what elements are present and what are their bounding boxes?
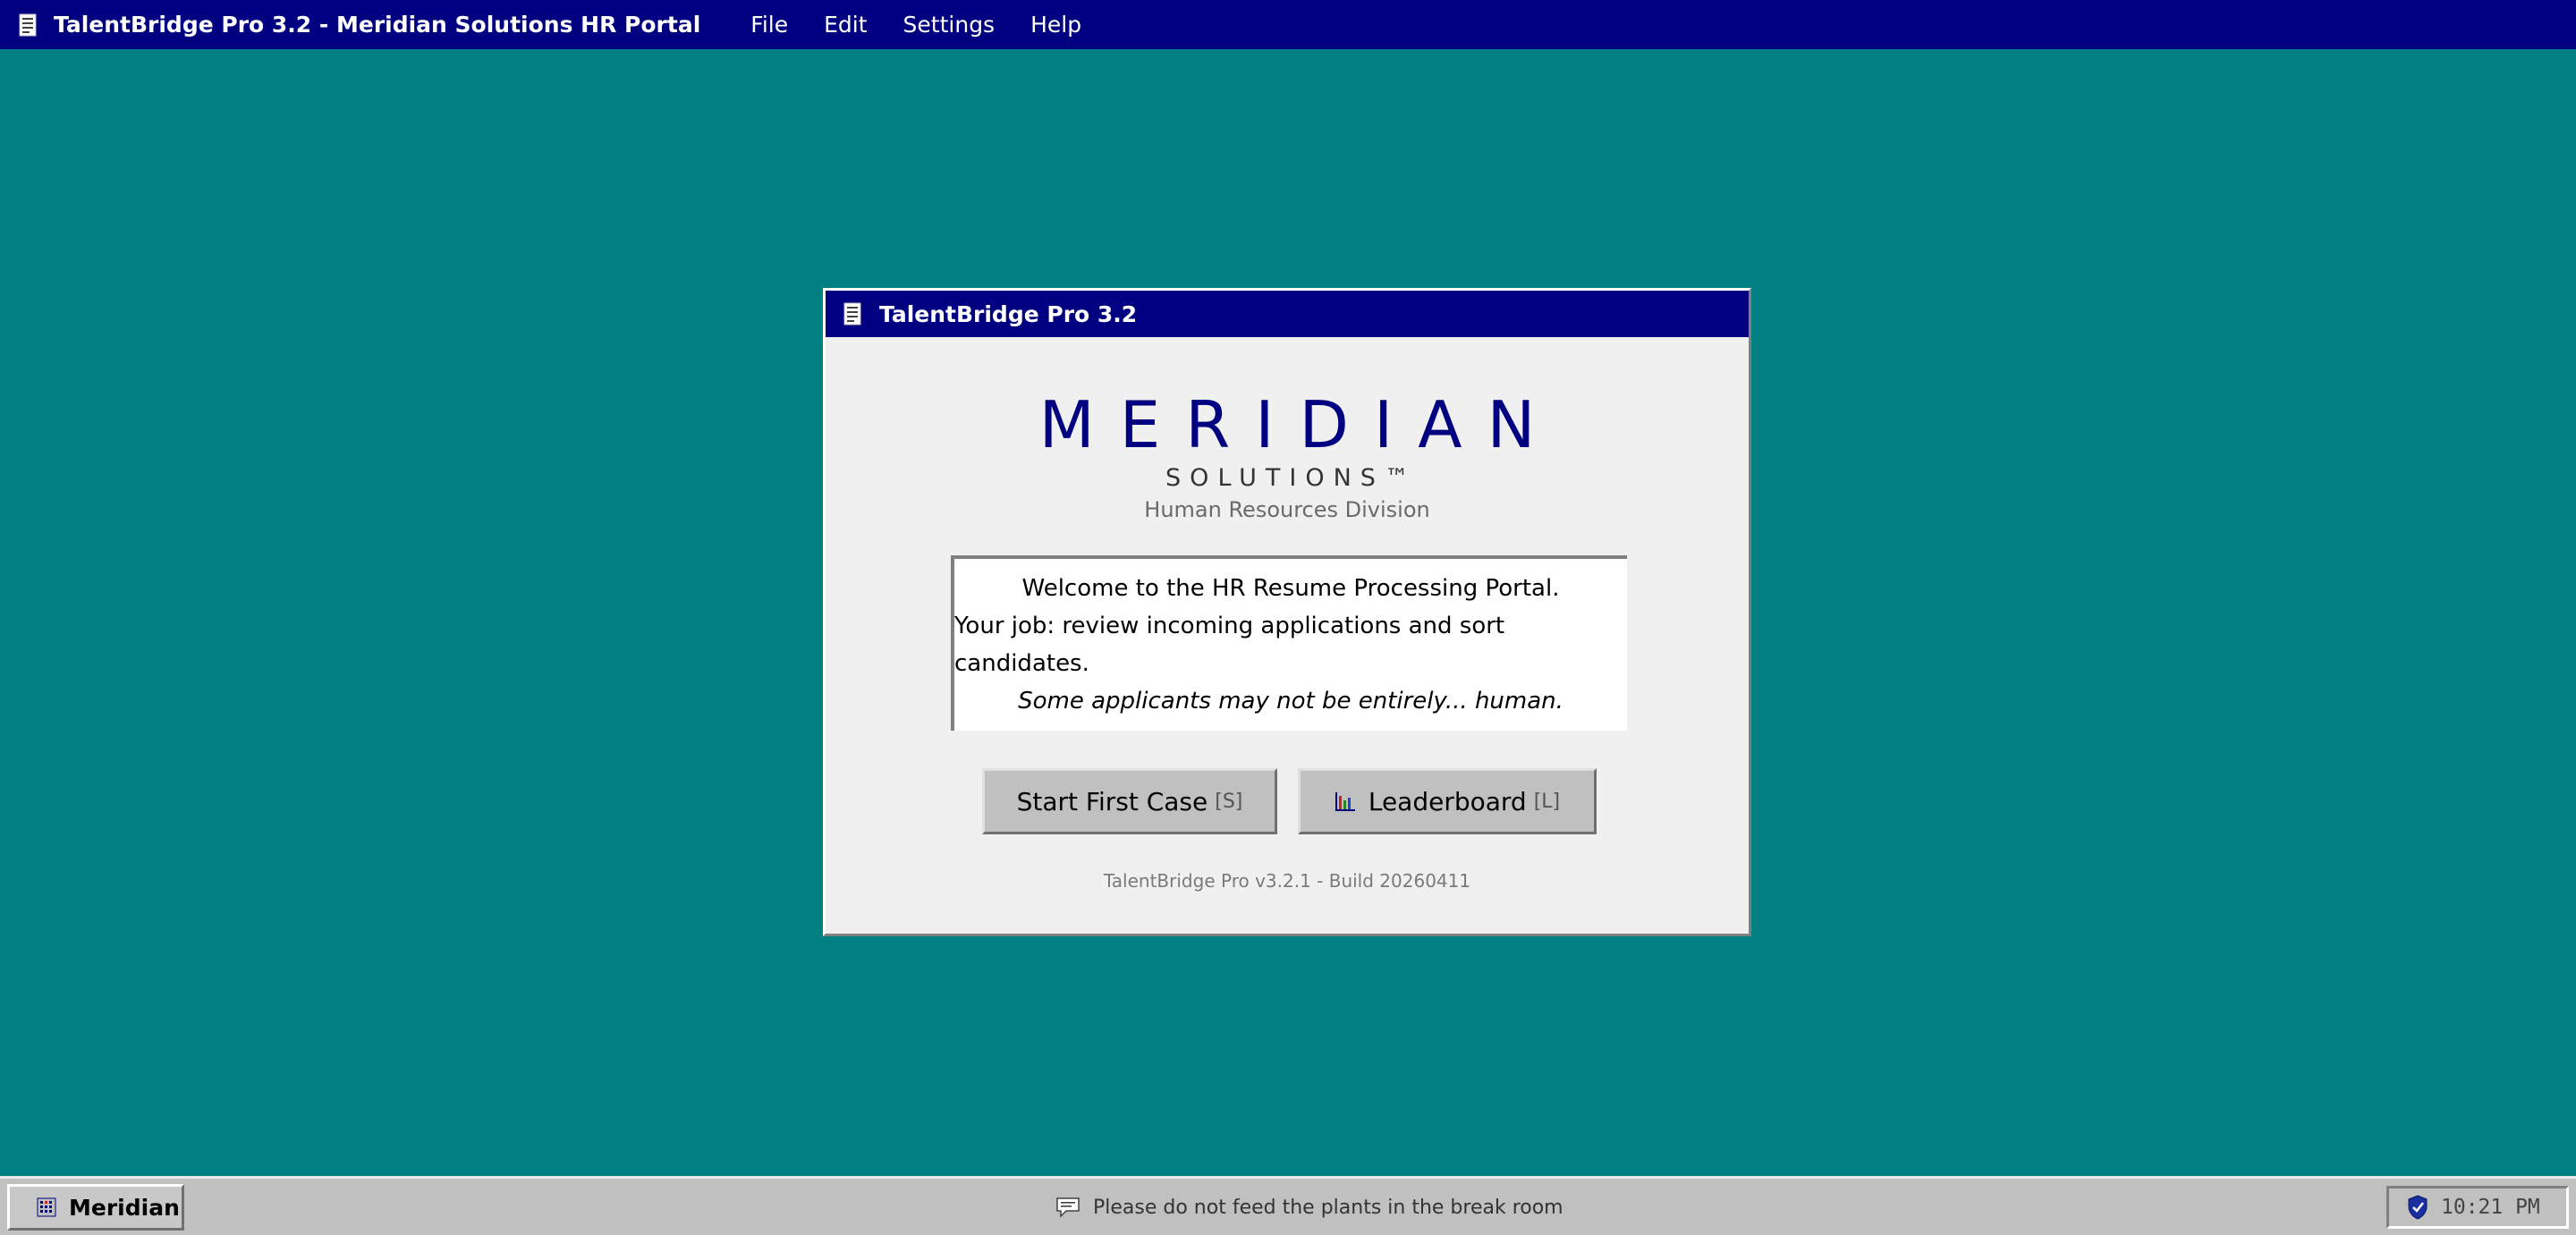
welcome-dialog: TalentBridge Pro 3.2 MERIDIAN SOLUTIONS™… — [823, 288, 1751, 936]
welcome-line-2: Your job: review incoming applications a… — [954, 613, 1505, 677]
build-info: TalentBridge Pro v3.2.1 - Build 20260411 — [1103, 870, 1471, 892]
menu-bar: File Edit Settings Help — [733, 12, 1099, 38]
menu-settings[interactable]: Settings — [886, 12, 1013, 38]
welcome-message-box: Welcome to the HR Resume Processing Port… — [951, 555, 1627, 731]
app-menubar: TalentBridge Pro 3.2 - Meridian Solution… — [0, 0, 2576, 49]
bar-chart-icon — [1335, 791, 1356, 812]
leaderboard-button[interactable]: Leaderboard [L] — [1298, 768, 1597, 834]
menu-file[interactable]: File — [733, 12, 806, 38]
chat-icon — [1055, 1197, 1080, 1218]
taskbar-clock: 10:21 PM — [2441, 1196, 2540, 1219]
welcome-line-1: Welcome to the HR Resume Processing Port… — [1021, 575, 1560, 602]
app-title: TalentBridge Pro 3.2 - Meridian Solution… — [54, 12, 701, 38]
dialog-titlebar[interactable]: TalentBridge Pro 3.2 — [826, 291, 1749, 337]
welcome-line-3: Some applicants may not be entirely... h… — [1018, 688, 1563, 715]
leaderboard-button-shortcut: [L] — [1533, 790, 1561, 813]
start-first-case-button[interactable]: Start First Case [S] — [982, 768, 1277, 834]
notice-ticker: Please do not feed the plants in the bre… — [1055, 1188, 1563, 1227]
start-menu-button[interactable]: Meridian — [7, 1184, 184, 1231]
menu-edit[interactable]: Edit — [806, 12, 885, 38]
taskbar: Meridian Please do not feed the plants i… — [0, 1176, 2576, 1235]
document-icon — [18, 13, 38, 38]
menu-help[interactable]: Help — [1013, 12, 1099, 38]
start-button-label: Meridian — [69, 1194, 180, 1221]
ticker-text: Please do not feed the plants in the bre… — [1093, 1196, 1563, 1219]
start-button-shortcut: [S] — [1215, 790, 1243, 813]
shield-icon[interactable] — [2407, 1195, 2428, 1220]
brand-logo: MERIDIAN SOLUTIONS™ Human Resources Divi… — [826, 389, 1749, 522]
brand-division: Human Resources Division — [1144, 497, 1430, 522]
leaderboard-button-label: Leaderboard — [1368, 786, 1527, 816]
brand-sub: SOLUTIONS™ — [1165, 464, 1418, 492]
brand-main: MERIDIAN — [1038, 387, 1561, 462]
start-button-label: Start First Case — [1016, 786, 1208, 816]
building-icon — [37, 1197, 56, 1217]
dialog-title: TalentBridge Pro 3.2 — [879, 300, 1138, 327]
system-tray: 10:21 PM — [2386, 1186, 2569, 1229]
document-icon — [843, 301, 863, 326]
